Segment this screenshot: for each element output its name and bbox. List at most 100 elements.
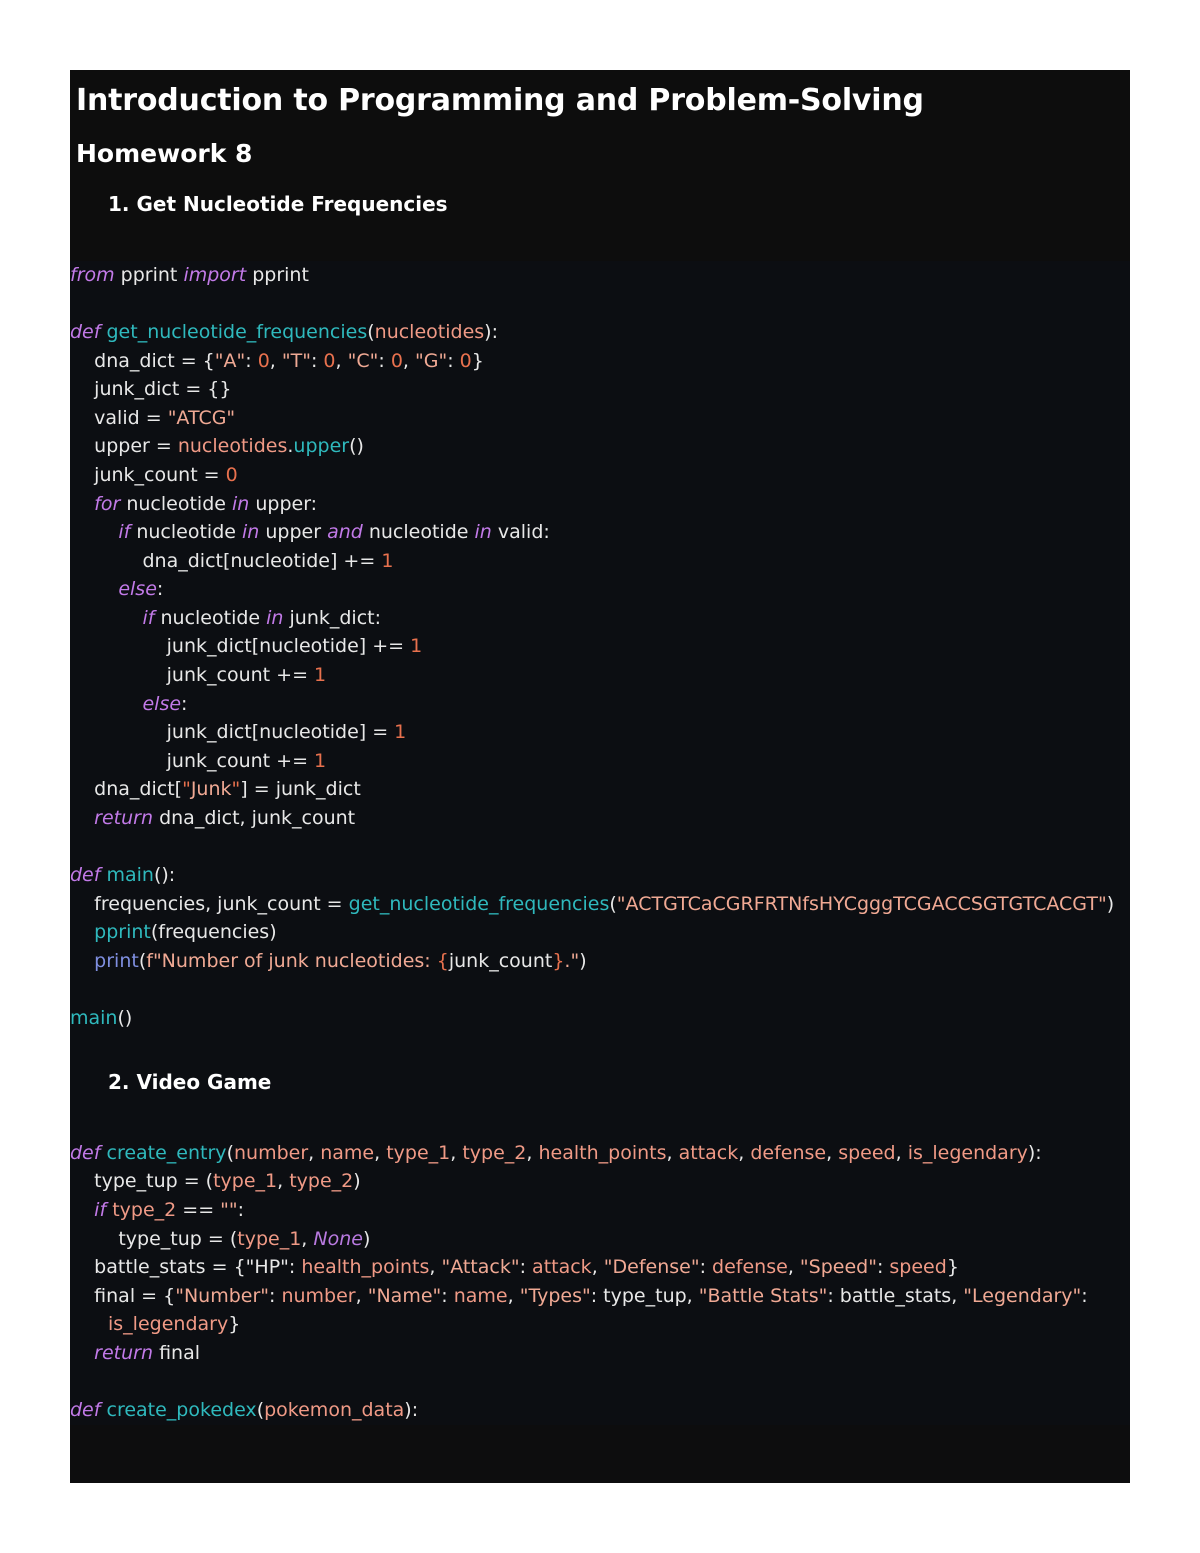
code-token: is_legendary xyxy=(907,1141,1028,1164)
code-token: 0 xyxy=(257,349,270,372)
code-token: if xyxy=(142,606,155,629)
code-line: dna_dict = {"A": 0, "T": 0, "C": 0, "G":… xyxy=(70,347,1130,376)
code-token: " xyxy=(182,778,191,801)
code-token: : xyxy=(876,1256,890,1279)
code-token: " xyxy=(231,778,241,801)
code-token: , xyxy=(335,349,348,372)
code-token: type_1 xyxy=(213,1170,278,1193)
code-token: 1 xyxy=(410,635,423,658)
code-token: number xyxy=(233,1141,309,1164)
code-token: , xyxy=(526,1141,539,1164)
code-token: in xyxy=(231,492,250,515)
code-token: is_legendary xyxy=(108,1313,229,1336)
code-line xyxy=(70,1368,1130,1397)
section-heading-1: 1. Get Nucleotide Frequencies xyxy=(108,191,448,216)
code-token: if xyxy=(94,1198,107,1221)
code-token: } xyxy=(228,1313,241,1336)
code-token: } xyxy=(471,349,484,372)
code-token: junk_dict[nucleotide] = xyxy=(70,721,395,744)
code-token: 0 xyxy=(459,349,472,372)
code-token: : battle_stats, xyxy=(827,1284,964,1307)
code-token: type_2 xyxy=(462,1141,527,1164)
code-token: attack xyxy=(532,1256,592,1279)
code-token: "Legendary" xyxy=(963,1284,1082,1307)
code-token: "T" xyxy=(281,349,311,372)
code-token: nucleotide xyxy=(120,492,232,515)
code-token: type_1 xyxy=(237,1227,302,1250)
code-token: : xyxy=(1081,1284,1094,1307)
code-token: ." xyxy=(564,950,580,972)
code-token: final xyxy=(153,1341,201,1364)
code-token: (frequencies) xyxy=(150,921,277,944)
code-token: , xyxy=(355,1284,368,1307)
code-token: , xyxy=(277,1170,290,1193)
page-root: Introduction to Programming and Problem-… xyxy=(0,0,1200,1553)
code-token: : xyxy=(447,349,460,372)
code-token: type_tup = ( xyxy=(70,1227,238,1250)
code-token: "Number" xyxy=(175,1284,270,1307)
code-token: ): xyxy=(1027,1141,1042,1164)
code-token: : xyxy=(310,349,324,372)
code-token: == xyxy=(176,1198,221,1221)
code-token: "A" xyxy=(214,349,246,372)
code-line: def main(): xyxy=(70,861,1130,890)
code-token: : type_tup, xyxy=(590,1284,699,1307)
code-line: junk_dict[nucleotide] += 1 xyxy=(70,632,1130,661)
code-token: : xyxy=(156,578,164,601)
code-token: pprint xyxy=(114,263,184,286)
code-token: : xyxy=(181,692,188,715)
code-line: junk_count += 1 xyxy=(70,747,1130,776)
code-token: "HP" xyxy=(245,1256,289,1279)
code-line xyxy=(70,289,1130,318)
code-token: 0 xyxy=(323,349,336,372)
code-token: def xyxy=(70,1141,101,1164)
code-line: dna_dict["Junk"] = junk_dict xyxy=(70,775,1130,804)
code-token: : xyxy=(245,349,258,372)
code-token: main xyxy=(70,1007,118,1030)
code-token: nucleotide xyxy=(362,521,475,544)
code-line: def create_entry(number, name, type_1, t… xyxy=(70,1139,1130,1168)
code-token: create_entry xyxy=(106,1141,227,1164)
code-line: else: xyxy=(70,690,1130,719)
code-token: , xyxy=(402,349,415,372)
code-token: get_nucleotide_frequencies xyxy=(348,892,610,915)
code-token: , xyxy=(666,1141,679,1164)
code-token: battle_stats = { xyxy=(70,1256,246,1279)
page-title: Introduction to Programming and Problem-… xyxy=(76,83,924,118)
code-token: , xyxy=(450,1141,463,1164)
document-header: Introduction to Programming and Problem-… xyxy=(70,70,1130,261)
code-token: ): xyxy=(404,1399,419,1422)
code-token: , xyxy=(301,1227,314,1250)
code-line: return final xyxy=(70,1339,1130,1368)
code-token: { xyxy=(436,950,449,972)
code-line: valid = "ATCG" xyxy=(70,404,1130,433)
code-token: frequencies, junk_count = xyxy=(70,892,349,915)
code-token: upper = xyxy=(70,435,178,458)
code-token: name xyxy=(453,1284,508,1307)
code-token: ): xyxy=(484,320,498,343)
code-token: , xyxy=(429,1256,442,1279)
code-token: Junk xyxy=(190,778,232,801)
code-token: () xyxy=(349,435,364,458)
code-token: upper xyxy=(259,521,328,544)
code-line: from pprint import pprint xyxy=(70,261,1130,290)
code-token: in xyxy=(241,521,260,544)
code-token: junk_count += xyxy=(70,664,315,687)
code-token: type_tup = ( xyxy=(70,1170,214,1193)
code-token: "G" xyxy=(415,349,448,372)
code-token: health_points xyxy=(301,1256,430,1279)
code-token: ( xyxy=(256,1399,265,1422)
code-line: junk_dict[nucleotide] = 1 xyxy=(70,718,1130,747)
code-line: def create_pokedex(pokemon_data): xyxy=(70,1396,1130,1425)
code-token: print xyxy=(94,950,139,972)
code-token: in xyxy=(474,521,492,544)
code-token: junk_dict[nucleotide] += xyxy=(70,635,411,658)
code-line xyxy=(70,833,1130,862)
code-token: valid: xyxy=(491,521,550,544)
